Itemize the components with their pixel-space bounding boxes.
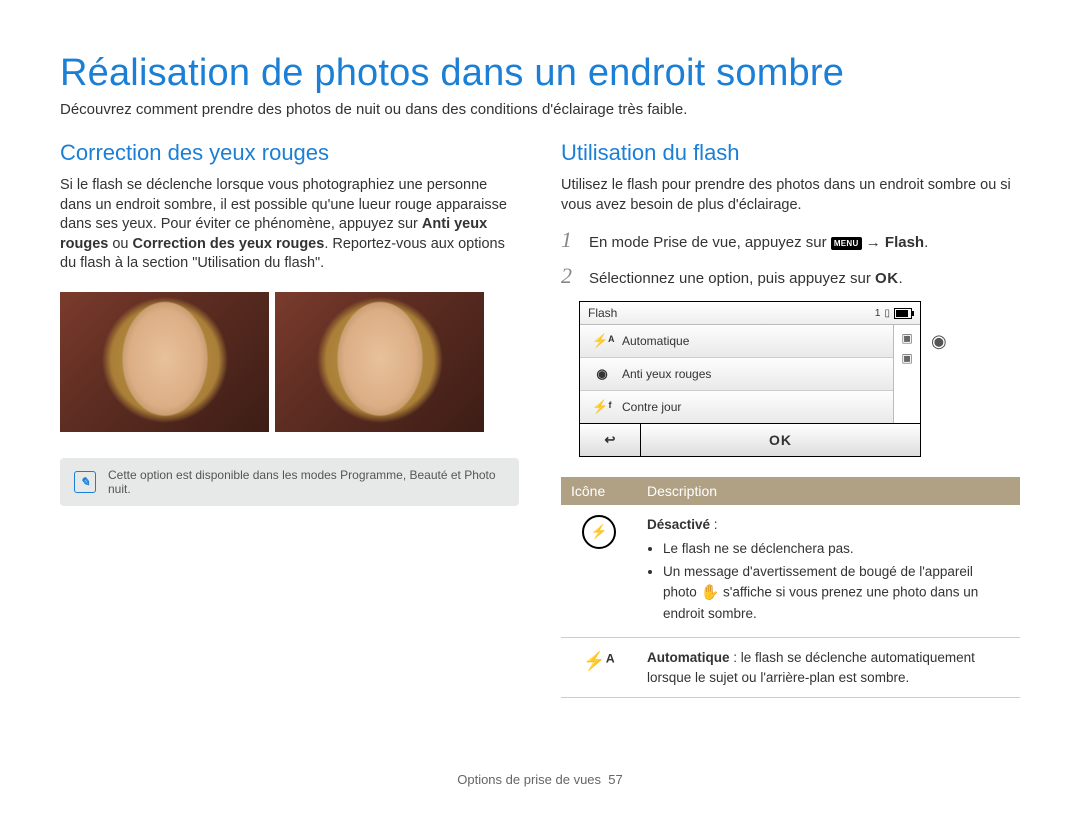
- heading-flash: Utilisation du flash: [561, 140, 1020, 166]
- lcd-item-redeye[interactable]: ◉ Anti yeux rouges: [580, 358, 893, 391]
- footer-section: Options de prise de vues: [457, 772, 601, 787]
- lcd-item-fill[interactable]: ⚡ᶠ Contre jour: [580, 391, 893, 423]
- photo-pair: [60, 292, 519, 432]
- footer-page-number: 57: [608, 772, 622, 787]
- text: :: [710, 517, 718, 532]
- lcd-item-label: Contre jour: [622, 400, 681, 414]
- col-left: Correction des yeux rouges Si le flash s…: [60, 140, 519, 698]
- step-number: 1: [561, 229, 581, 251]
- note-text: Cette option est disponible dans les mod…: [108, 468, 505, 496]
- battery-icon: [894, 308, 912, 319]
- th-icon: Icône: [561, 477, 637, 505]
- lcd-back-button[interactable]: ↩: [580, 424, 641, 456]
- lcd-item-label: Automatique: [622, 334, 689, 348]
- note-box: ✎ Cette option est disponible dans les m…: [60, 458, 519, 506]
- text: .: [924, 234, 928, 251]
- flash-intro: Utilisez le flash pour prendre des photo…: [561, 176, 1020, 215]
- text: ou: [108, 236, 132, 252]
- camera-lcd: Flash 1 ▯ ⚡ᴬ Automatique: [579, 301, 921, 457]
- flash-off-icon: ⚡: [582, 515, 616, 549]
- th-description: Description: [637, 477, 1020, 505]
- lcd-item-label: Anti yeux rouges: [622, 367, 711, 381]
- flash-options-table: Icône Description ⚡ Désactivé : Le flash…: [561, 477, 1020, 698]
- lcd-ok-button[interactable]: OK: [641, 424, 920, 456]
- step-1: 1 En mode Prise de vue, appuyez sur MENU…: [561, 229, 1020, 253]
- table-row: ⚡ Désactivé : Le flash ne se déclenchera…: [561, 505, 1020, 638]
- col-right: Utilisation du flash Utilisez le flash p…: [561, 140, 1020, 698]
- lcd-item-auto[interactable]: ⚡ᴬ Automatique: [580, 325, 893, 358]
- lcd-title: Flash: [588, 306, 617, 320]
- step-number: 2: [561, 265, 581, 287]
- text: .: [899, 270, 903, 287]
- table-row: ⚡ᴬ Automatique : le flash se déclenche a…: [561, 638, 1020, 698]
- red-eye-paragraph: Si le flash se déclenche lorsque vous ph…: [60, 176, 519, 274]
- lcd-count: 1: [875, 308, 881, 319]
- row-title: Automatique: [647, 650, 730, 665]
- page-subtitle: Découvrez comment prendre des photos de …: [60, 101, 1020, 118]
- text: En mode Prise de vue, appuyez sur: [589, 234, 831, 251]
- page-footer: Options de prise de vues 57: [0, 772, 1080, 787]
- note-icon: ✎: [74, 471, 96, 493]
- example-photo-corrected: [275, 292, 484, 432]
- text: Sélectionnez une option, puis appuyez su…: [589, 270, 875, 287]
- ok-symbol: OK: [875, 270, 899, 287]
- step-2: 2 Sélectionnez une option, puis appuyez …: [561, 265, 1020, 289]
- shake-warning-icon: ✋: [701, 582, 720, 604]
- flash-auto-icon: ⚡ᴬ: [592, 333, 612, 349]
- row-title: Désactivé: [647, 517, 710, 532]
- page-title: Réalisation de photos dans un endroit so…: [60, 52, 1020, 95]
- eye-icon: ◉: [592, 366, 612, 382]
- text: →: [862, 234, 885, 251]
- bold-correction: Correction des yeux rouges: [133, 236, 325, 252]
- lcd-status: 1 ▯: [875, 308, 912, 319]
- heading-red-eye: Correction des yeux rouges: [60, 140, 519, 166]
- lcd-menu: ⚡ᴬ Automatique ◉ Anti yeux rouges ⚡ᶠ Con…: [580, 325, 893, 423]
- lcd-sidebar: ▣ ▣: [893, 325, 920, 423]
- flash-auto-icon: ⚡ᴬ: [583, 651, 614, 671]
- menu-icon: MENU: [831, 237, 862, 250]
- example-photo-red-eye: [60, 292, 269, 432]
- eye-icon: ◉: [931, 331, 947, 352]
- flash-fill-icon: ⚡ᶠ: [592, 399, 612, 415]
- bullet: Le flash ne se déclenchera pas.: [663, 539, 1010, 559]
- flash-label: Flash: [885, 234, 924, 251]
- slot-icon: ▣: [901, 331, 912, 345]
- sd-icon: ▯: [884, 308, 890, 319]
- slot-icon: ▣: [901, 351, 912, 365]
- bullet: Un message d'avertissement de bougé de l…: [663, 562, 1010, 623]
